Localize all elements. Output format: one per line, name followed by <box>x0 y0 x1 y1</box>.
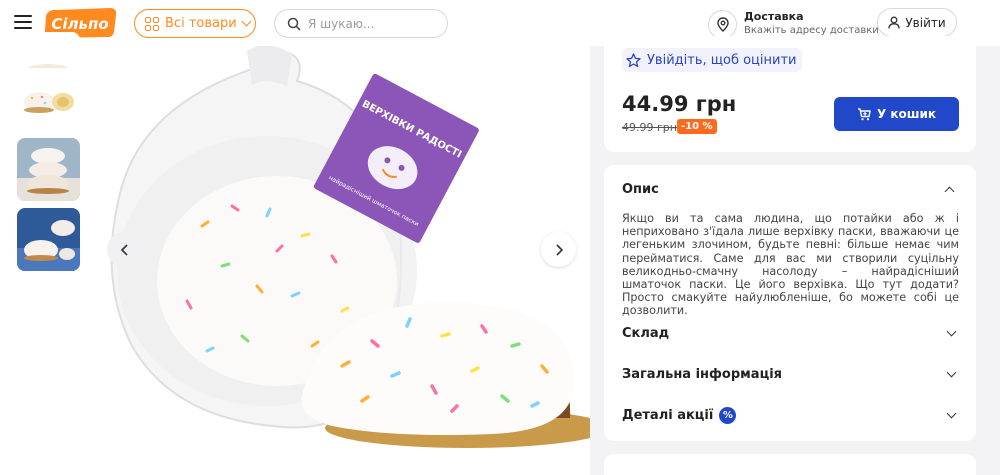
prev-image-button[interactable] <box>107 232 142 267</box>
thumbnail-strip <box>0 32 92 475</box>
percent-icon: % <box>719 406 737 424</box>
cart-icon <box>857 107 871 120</box>
location-pin-icon <box>708 9 737 39</box>
search-input[interactable] <box>308 16 438 31</box>
current-price: 44.99 грн <box>622 92 737 116</box>
chevron-down-icon <box>946 326 957 336</box>
description-title[interactable]: Опис <box>622 182 659 197</box>
thumbnail-3[interactable] <box>17 138 80 201</box>
login-button[interactable]: Увійти <box>877 8 957 37</box>
general-info-label: Загальна інформація <box>622 366 783 382</box>
next-image-button[interactable] <box>541 232 576 267</box>
thumbnail-2[interactable] <box>17 68 80 131</box>
user-icon <box>888 16 900 29</box>
all-products-button[interactable]: Всі товари <box>134 9 256 38</box>
all-products-label: Всі товари <box>165 16 237 31</box>
rate-product-link[interactable]: Увійдіть, щоб оцінити <box>622 48 803 72</box>
old-price: 49.99 грн <box>622 121 677 134</box>
chevron-down-icon <box>946 408 957 418</box>
search-icon <box>287 17 301 31</box>
discount-badge: -10 % <box>677 119 717 134</box>
accordion-composition[interactable]: Склад <box>622 322 959 344</box>
delivery-title: Доставка <box>744 10 804 23</box>
chevron-down-icon <box>241 16 252 27</box>
accordion-general-info[interactable]: Загальна інформація <box>622 363 959 385</box>
next-card <box>604 454 976 475</box>
product-image-viewer: ВЕРХІВКИ РАДОСТІ найрадісніший шматочок … <box>92 46 590 475</box>
chevron-down-icon <box>946 367 957 377</box>
login-label: Увійти <box>905 15 946 30</box>
chevron-right-icon <box>555 243 563 256</box>
rate-label: Увійдіть, щоб оцінити <box>647 52 797 68</box>
star-icon <box>626 52 641 67</box>
search-box[interactable] <box>274 9 448 38</box>
chevron-left-icon <box>120 243 128 256</box>
add-to-cart-label: У кошик <box>876 107 937 121</box>
accordion-promo-details[interactable]: Деталі акції% <box>622 404 959 426</box>
add-to-cart-button[interactable]: У кошик <box>834 97 959 131</box>
description-text: Якщо ви та сама людина, що потайки або ж… <box>622 212 959 318</box>
product-photo: ВЕРХІВКИ РАДОСТІ найрадісніший шматочок … <box>110 46 590 448</box>
grid-icon <box>145 16 159 31</box>
thumbnail-4[interactable] <box>17 208 80 271</box>
logo-text: Сільпо <box>51 15 108 33</box>
promo-details-label: Деталі акції <box>622 407 714 423</box>
menu-icon[interactable] <box>14 15 32 29</box>
composition-label: Склад <box>622 325 670 341</box>
